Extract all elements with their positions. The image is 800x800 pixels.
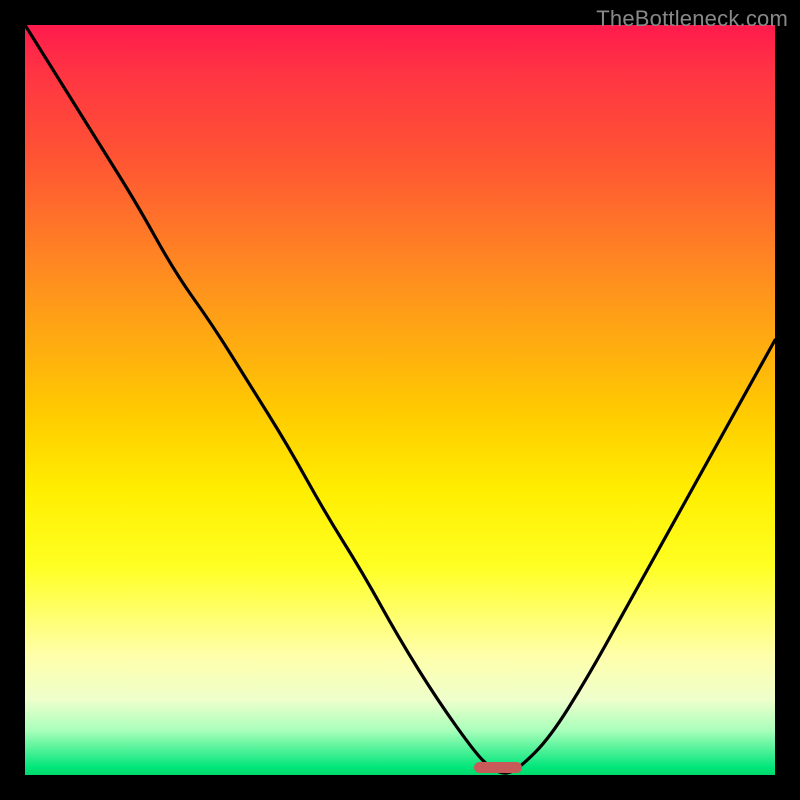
plot-area: [25, 25, 775, 775]
minimum-marker: [474, 762, 522, 773]
curve-path: [25, 25, 775, 773]
bottleneck-curve: [25, 25, 775, 775]
watermark-text: TheBottleneck.com: [596, 6, 788, 32]
chart-container: TheBottleneck.com: [0, 0, 800, 800]
